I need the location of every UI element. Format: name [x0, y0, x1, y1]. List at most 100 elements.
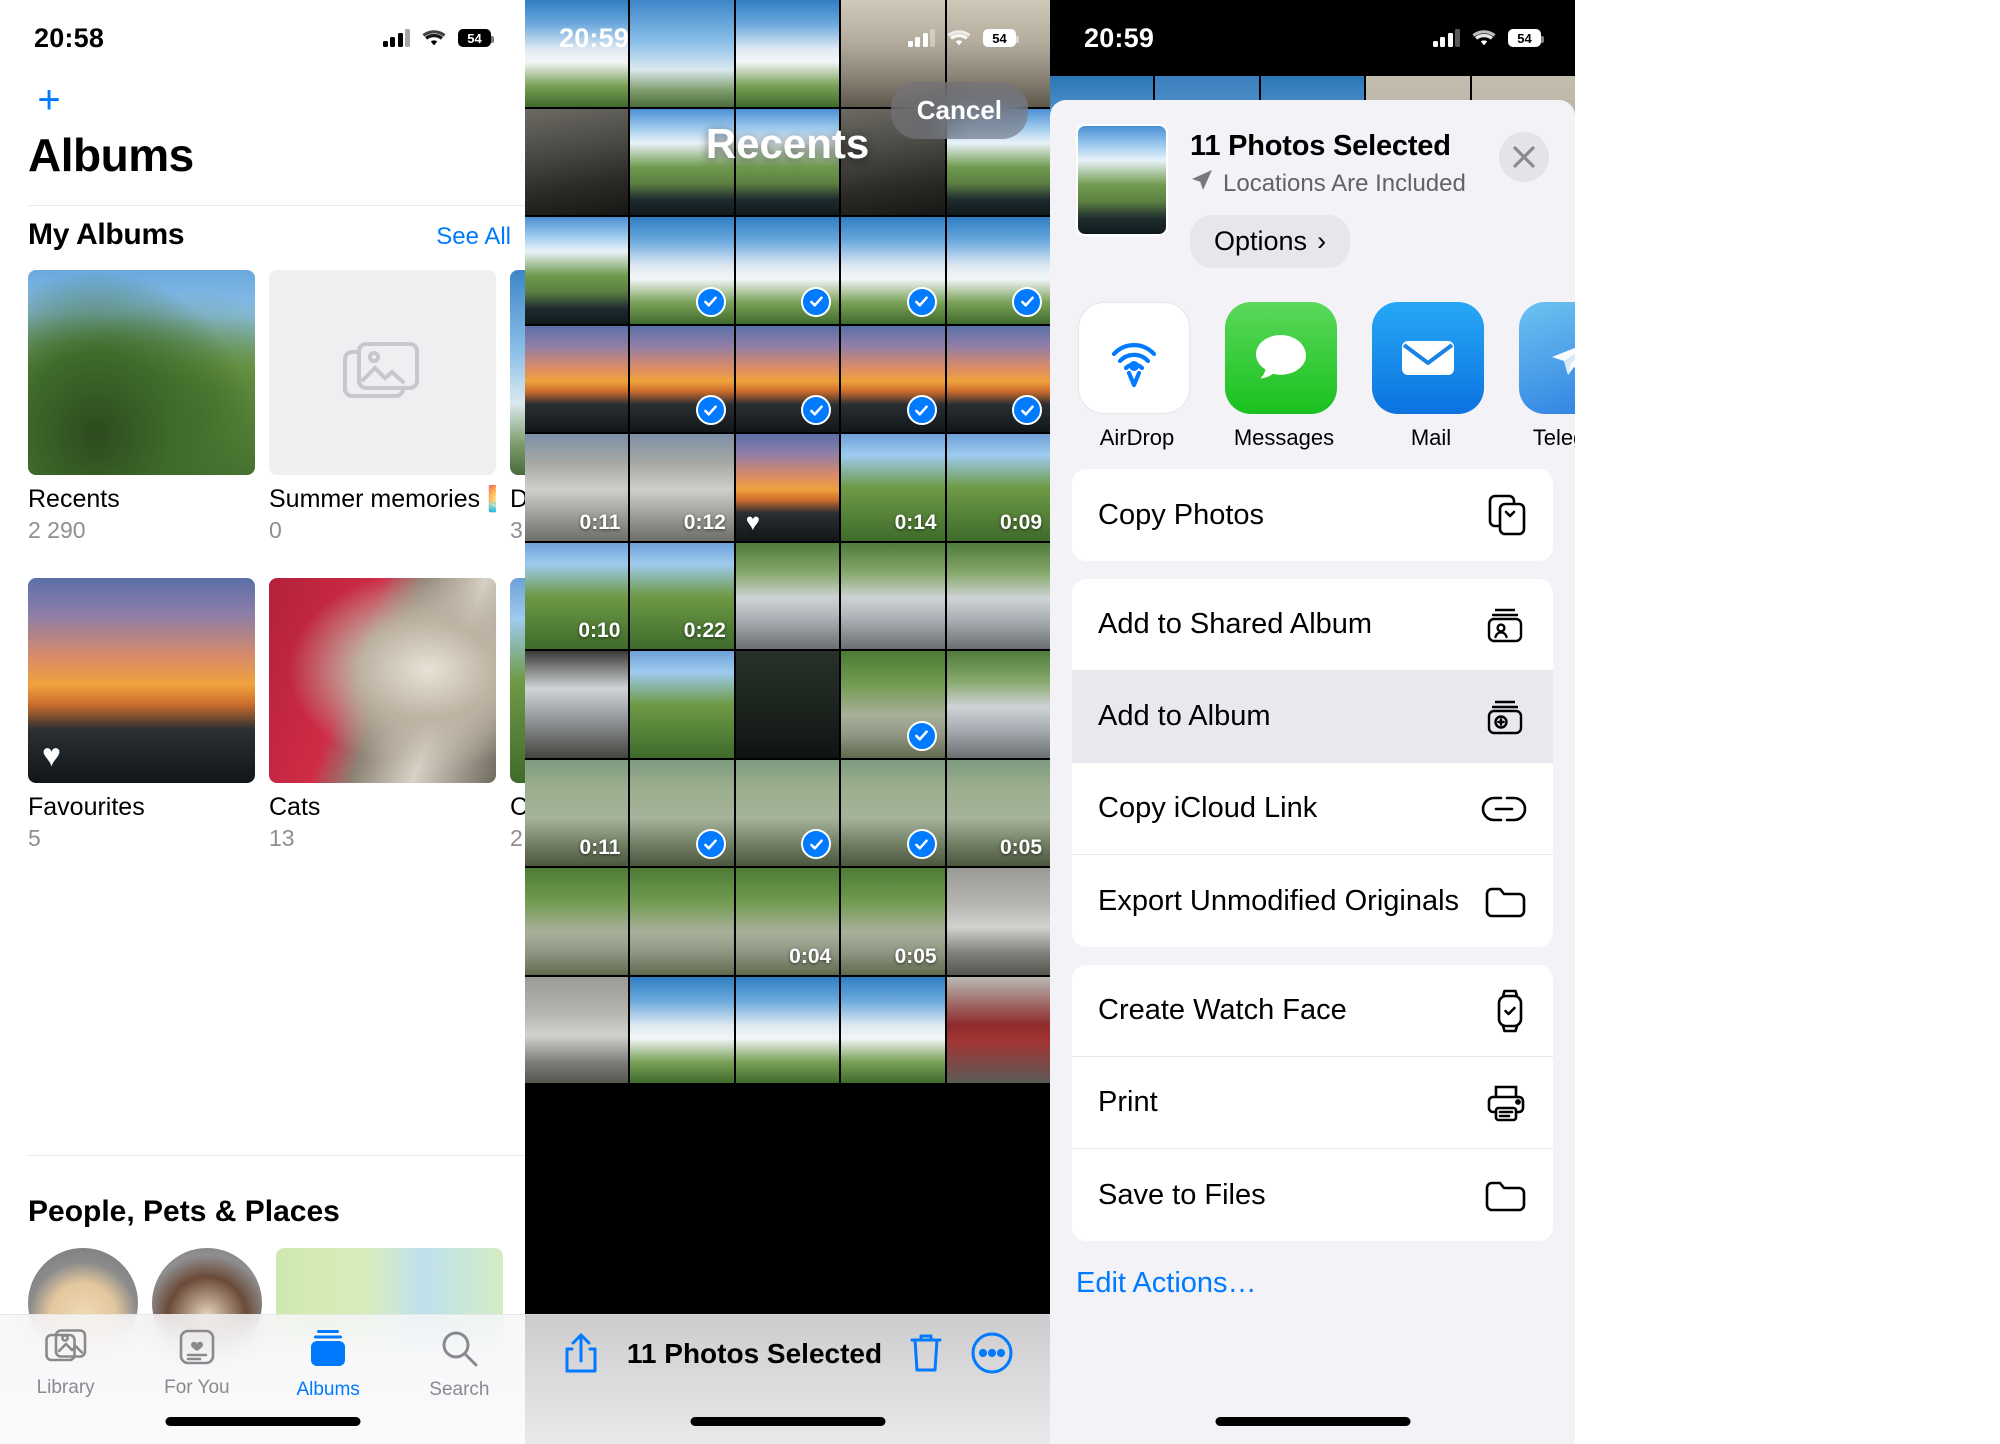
options-button[interactable]: Options › [1190, 215, 1351, 268]
selected-check-icon[interactable] [695, 286, 726, 317]
share-action-create-watch-face[interactable]: Create Watch Face [1072, 965, 1553, 1057]
photo-cell[interactable] [735, 976, 840, 1083]
three-phone-screenshot-composite: 20:58 54 + Albums My Albums See All Rece… [0, 0, 2000, 1444]
edit-actions-link[interactable]: Edit Actions… [1050, 1259, 1575, 1300]
selected-check-icon[interactable] [801, 829, 832, 859]
photo-cell[interactable]: 0:05 [946, 759, 1050, 866]
photo-cell[interactable]: 0:12 [630, 434, 734, 541]
share-preview-thumbnail[interactable] [1076, 124, 1168, 236]
selected-check-icon[interactable] [1012, 395, 1042, 425]
photo-cell[interactable]: 0:05 [841, 868, 945, 975]
photo-cell[interactable] [525, 325, 629, 432]
photo-cell[interactable]: 0:11 [525, 759, 629, 866]
photo-cell[interactable]: 0:22 [630, 542, 734, 649]
selected-check-icon[interactable] [695, 829, 726, 859]
cancel-button[interactable]: Cancel [890, 82, 1028, 139]
photo-cell[interactable] [735, 759, 840, 866]
share-icon[interactable] [561, 1331, 601, 1377]
row-label: Save to Files [1098, 1178, 1266, 1211]
share-app-messages[interactable]: Messages [1225, 302, 1343, 451]
photo-cell[interactable] [841, 651, 945, 758]
photo-cell[interactable] [946, 217, 1050, 324]
photo-cell[interactable] [841, 217, 945, 324]
share-app-telegram[interactable]: Telegram [1519, 302, 1575, 451]
close-icon[interactable] [1499, 132, 1549, 182]
row-label: Add to Shared Album [1098, 608, 1373, 640]
share-action-save-to-files[interactable]: Save to Files [1072, 1149, 1553, 1241]
photo-cell[interactable] [841, 759, 945, 866]
album-thumbnail[interactable]: ♥ [28, 578, 255, 783]
share-action-export-originals[interactable]: Export Unmodified Originals [1072, 855, 1553, 947]
photo-cell[interactable] [946, 325, 1050, 432]
tab-albums[interactable]: Albums [263, 1329, 394, 1401]
see-all-link[interactable]: See All [436, 223, 511, 251]
battery-level: 54 [467, 30, 482, 46]
album-card[interactable]: Recents 2 290 [28, 270, 255, 544]
photo-cell[interactable] [630, 217, 734, 324]
photo-cell[interactable] [525, 976, 629, 1083]
photo-cell[interactable] [630, 868, 734, 975]
photo-cell[interactable] [946, 651, 1050, 758]
photo-cell[interactable]: 0:14 [841, 434, 945, 541]
album-thumbnail[interactable] [269, 578, 496, 783]
photo-cell[interactable] [841, 542, 945, 649]
photo-cell[interactable]: 0:10 [525, 542, 629, 649]
photo-cell[interactable] [946, 868, 1050, 975]
selected-check-icon[interactable] [1012, 286, 1042, 317]
album-card[interactable]: C 2 [510, 578, 525, 852]
tab-for-you[interactable]: For You [131, 1329, 262, 1399]
photo-cell[interactable]: 0:09 [946, 434, 1050, 541]
album-name: Summer memories 🌅 [269, 485, 496, 513]
photo-cell[interactable]: 0:04 [735, 868, 840, 975]
status-indicators: 54 [907, 29, 1019, 48]
share-action-add-shared-album[interactable]: Add to Shared Album [1072, 579, 1553, 671]
photo-cell[interactable] [735, 651, 840, 758]
album-card[interactable]: D 3 [510, 270, 525, 544]
share-action-copy-icloud-link[interactable]: Copy iCloud Link [1072, 763, 1553, 855]
photo-cell[interactable] [630, 651, 734, 758]
video-duration: 0:05 [999, 836, 1042, 859]
photo-cell[interactable] [630, 759, 734, 866]
photo-cell[interactable] [735, 217, 840, 324]
photo-cell[interactable] [946, 542, 1050, 649]
selected-check-icon[interactable] [906, 720, 937, 751]
photo-cell[interactable] [630, 325, 734, 432]
album-card[interactable]: Summer memories 🌅 0 [269, 270, 496, 544]
selected-check-icon[interactable] [801, 395, 832, 425]
album-card[interactable]: Cats 13 [269, 578, 496, 852]
album-card[interactable]: ♥ Favourites 5 [28, 578, 255, 852]
options-label: Options [1214, 226, 1308, 256]
share-app-airdrop[interactable]: AirDrop [1078, 302, 1196, 451]
more-circle-icon[interactable] [970, 1331, 1014, 1375]
album-thumbnail[interactable] [510, 578, 525, 783]
share-action-group: Copy Photos [1072, 469, 1553, 561]
photo-cell[interactable]: 0:11 [525, 434, 629, 541]
photo-cell[interactable] [735, 542, 840, 649]
tab-search[interactable]: Search [394, 1329, 525, 1401]
status-indicators: 54 [382, 29, 494, 48]
album-thumbnail[interactable] [28, 270, 255, 475]
add-album-button[interactable]: + [28, 80, 70, 122]
photo-cell[interactable] [525, 217, 629, 324]
photo-cell[interactable] [841, 976, 945, 1083]
photo-cell[interactable] [735, 325, 840, 432]
share-app-mail[interactable]: Mail [1372, 302, 1490, 451]
selected-check-icon[interactable] [906, 286, 937, 317]
tab-library[interactable]: Library [0, 1329, 131, 1399]
selected-check-icon[interactable] [801, 286, 832, 317]
album-thumbnail[interactable] [510, 270, 525, 475]
selected-check-icon[interactable] [906, 395, 937, 425]
share-action-add-to-album[interactable]: Add to Album [1072, 671, 1553, 763]
photo-cell[interactable] [525, 651, 629, 758]
share-action-copy-photos[interactable]: Copy Photos [1072, 469, 1553, 561]
photo-cell[interactable] [946, 976, 1050, 1083]
album-thumbnail[interactable] [269, 270, 496, 475]
selected-check-icon[interactable] [695, 395, 726, 425]
selected-check-icon[interactable] [906, 829, 937, 859]
photo-cell[interactable] [841, 325, 945, 432]
photo-cell[interactable] [525, 868, 629, 975]
share-action-print[interactable]: Print [1072, 1057, 1553, 1149]
trash-icon[interactable] [908, 1331, 944, 1375]
photo-cell[interactable]: ♥ [735, 434, 840, 541]
photo-cell[interactable] [630, 976, 734, 1083]
